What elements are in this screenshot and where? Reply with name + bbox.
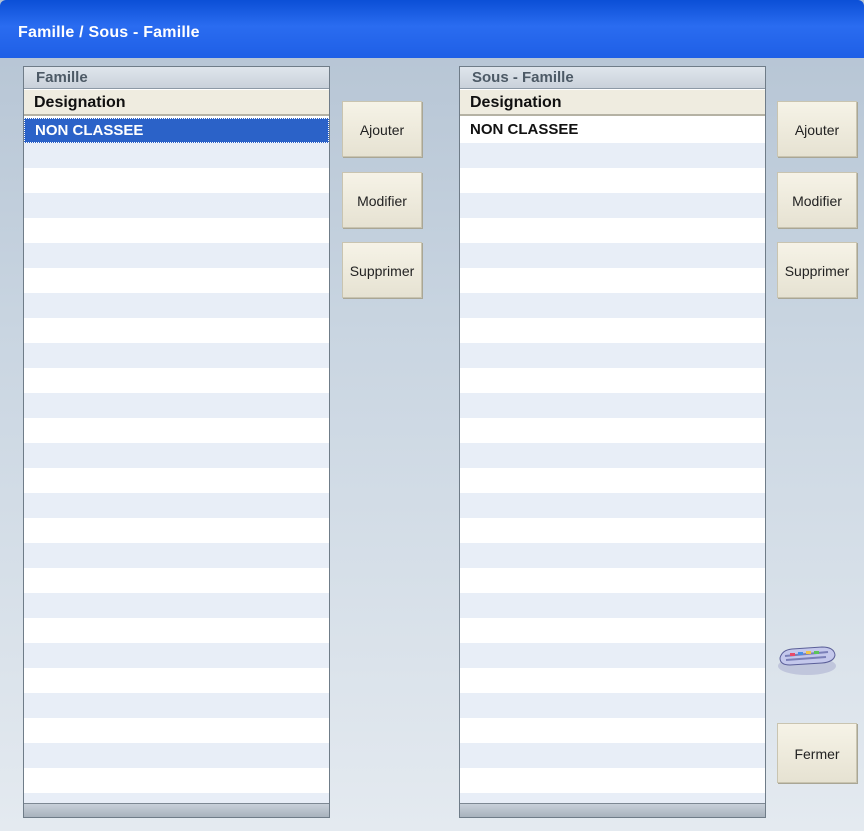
empty-row[interactable] bbox=[24, 143, 329, 168]
list-item[interactable]: NON CLASSEE bbox=[460, 118, 765, 143]
sous-famille-list[interactable]: NON CLASSEE bbox=[460, 118, 765, 803]
empty-row[interactable] bbox=[460, 493, 765, 518]
sous-famille-add-button[interactable]: Ajouter bbox=[777, 101, 857, 157]
title-bar[interactable]: Famille / Sous - Famille bbox=[0, 0, 864, 58]
empty-row[interactable] bbox=[460, 143, 765, 168]
empty-row[interactable] bbox=[460, 393, 765, 418]
empty-row[interactable] bbox=[460, 518, 765, 543]
empty-row[interactable] bbox=[24, 668, 329, 693]
empty-row[interactable] bbox=[460, 193, 765, 218]
empty-row[interactable] bbox=[460, 668, 765, 693]
empty-row[interactable] bbox=[24, 368, 329, 393]
empty-row[interactable] bbox=[24, 618, 329, 643]
empty-row[interactable] bbox=[24, 593, 329, 618]
empty-row[interactable] bbox=[24, 393, 329, 418]
empty-row[interactable] bbox=[460, 293, 765, 318]
empty-row[interactable] bbox=[24, 443, 329, 468]
empty-row[interactable] bbox=[460, 218, 765, 243]
empty-row[interactable] bbox=[460, 693, 765, 718]
empty-row[interactable] bbox=[460, 793, 765, 803]
empty-row[interactable] bbox=[24, 643, 329, 668]
empty-row[interactable] bbox=[460, 593, 765, 618]
empty-row[interactable] bbox=[24, 168, 329, 193]
list-item[interactable]: NON CLASSEE bbox=[24, 118, 329, 143]
empty-row[interactable] bbox=[24, 518, 329, 543]
famille-list[interactable]: NON CLASSEE bbox=[24, 118, 329, 803]
empty-row[interactable] bbox=[24, 268, 329, 293]
empty-row[interactable] bbox=[24, 343, 329, 368]
keyboard-icon[interactable] bbox=[776, 638, 838, 678]
empty-row[interactable] bbox=[24, 293, 329, 318]
empty-row[interactable] bbox=[460, 168, 765, 193]
empty-row[interactable] bbox=[460, 318, 765, 343]
famille-edit-button[interactable]: Modifier bbox=[342, 172, 422, 228]
sous-famille-delete-button[interactable]: Supprimer bbox=[777, 242, 857, 298]
famille-add-button[interactable]: Ajouter bbox=[342, 101, 422, 157]
sous-famille-column-header[interactable]: Designation bbox=[460, 90, 765, 116]
empty-row[interactable] bbox=[24, 718, 329, 743]
empty-row[interactable] bbox=[460, 718, 765, 743]
empty-row[interactable] bbox=[24, 543, 329, 568]
empty-row[interactable] bbox=[460, 543, 765, 568]
empty-row[interactable] bbox=[460, 418, 765, 443]
famille-column-header[interactable]: Designation bbox=[24, 90, 329, 116]
empty-row[interactable] bbox=[460, 618, 765, 643]
sous-famille-panel-footer bbox=[460, 803, 765, 817]
empty-row[interactable] bbox=[460, 743, 765, 768]
empty-row[interactable] bbox=[24, 193, 329, 218]
famille-delete-button[interactable]: Supprimer bbox=[342, 242, 422, 298]
empty-row[interactable] bbox=[24, 693, 329, 718]
empty-row[interactable] bbox=[460, 768, 765, 793]
famille-panel-footer bbox=[24, 803, 329, 817]
famille-panel: Famille Designation NON CLASSEE bbox=[23, 66, 330, 818]
empty-row[interactable] bbox=[24, 493, 329, 518]
empty-row[interactable] bbox=[24, 218, 329, 243]
empty-row[interactable] bbox=[460, 243, 765, 268]
empty-row[interactable] bbox=[460, 643, 765, 668]
empty-row[interactable] bbox=[24, 318, 329, 343]
empty-row[interactable] bbox=[24, 468, 329, 493]
empty-row[interactable] bbox=[24, 793, 329, 803]
empty-row[interactable] bbox=[24, 418, 329, 443]
empty-row[interactable] bbox=[460, 468, 765, 493]
window: Famille / Sous - Famille Famille Designa… bbox=[0, 0, 864, 831]
sous-famille-panel-title: Sous - Famille bbox=[460, 67, 765, 89]
window-title: Famille / Sous - Famille bbox=[18, 24, 200, 41]
empty-row[interactable] bbox=[24, 768, 329, 793]
empty-row[interactable] bbox=[460, 443, 765, 468]
sous-famille-panel: Sous - Famille Designation NON CLASSEE bbox=[459, 66, 766, 818]
close-button[interactable]: Fermer bbox=[777, 723, 857, 783]
sous-famille-edit-button[interactable]: Modifier bbox=[777, 172, 857, 228]
empty-row[interactable] bbox=[24, 568, 329, 593]
empty-row[interactable] bbox=[460, 268, 765, 293]
empty-row[interactable] bbox=[24, 243, 329, 268]
empty-row[interactable] bbox=[460, 368, 765, 393]
famille-panel-title: Famille bbox=[24, 67, 329, 89]
empty-row[interactable] bbox=[460, 343, 765, 368]
empty-row[interactable] bbox=[460, 568, 765, 593]
empty-row[interactable] bbox=[24, 743, 329, 768]
